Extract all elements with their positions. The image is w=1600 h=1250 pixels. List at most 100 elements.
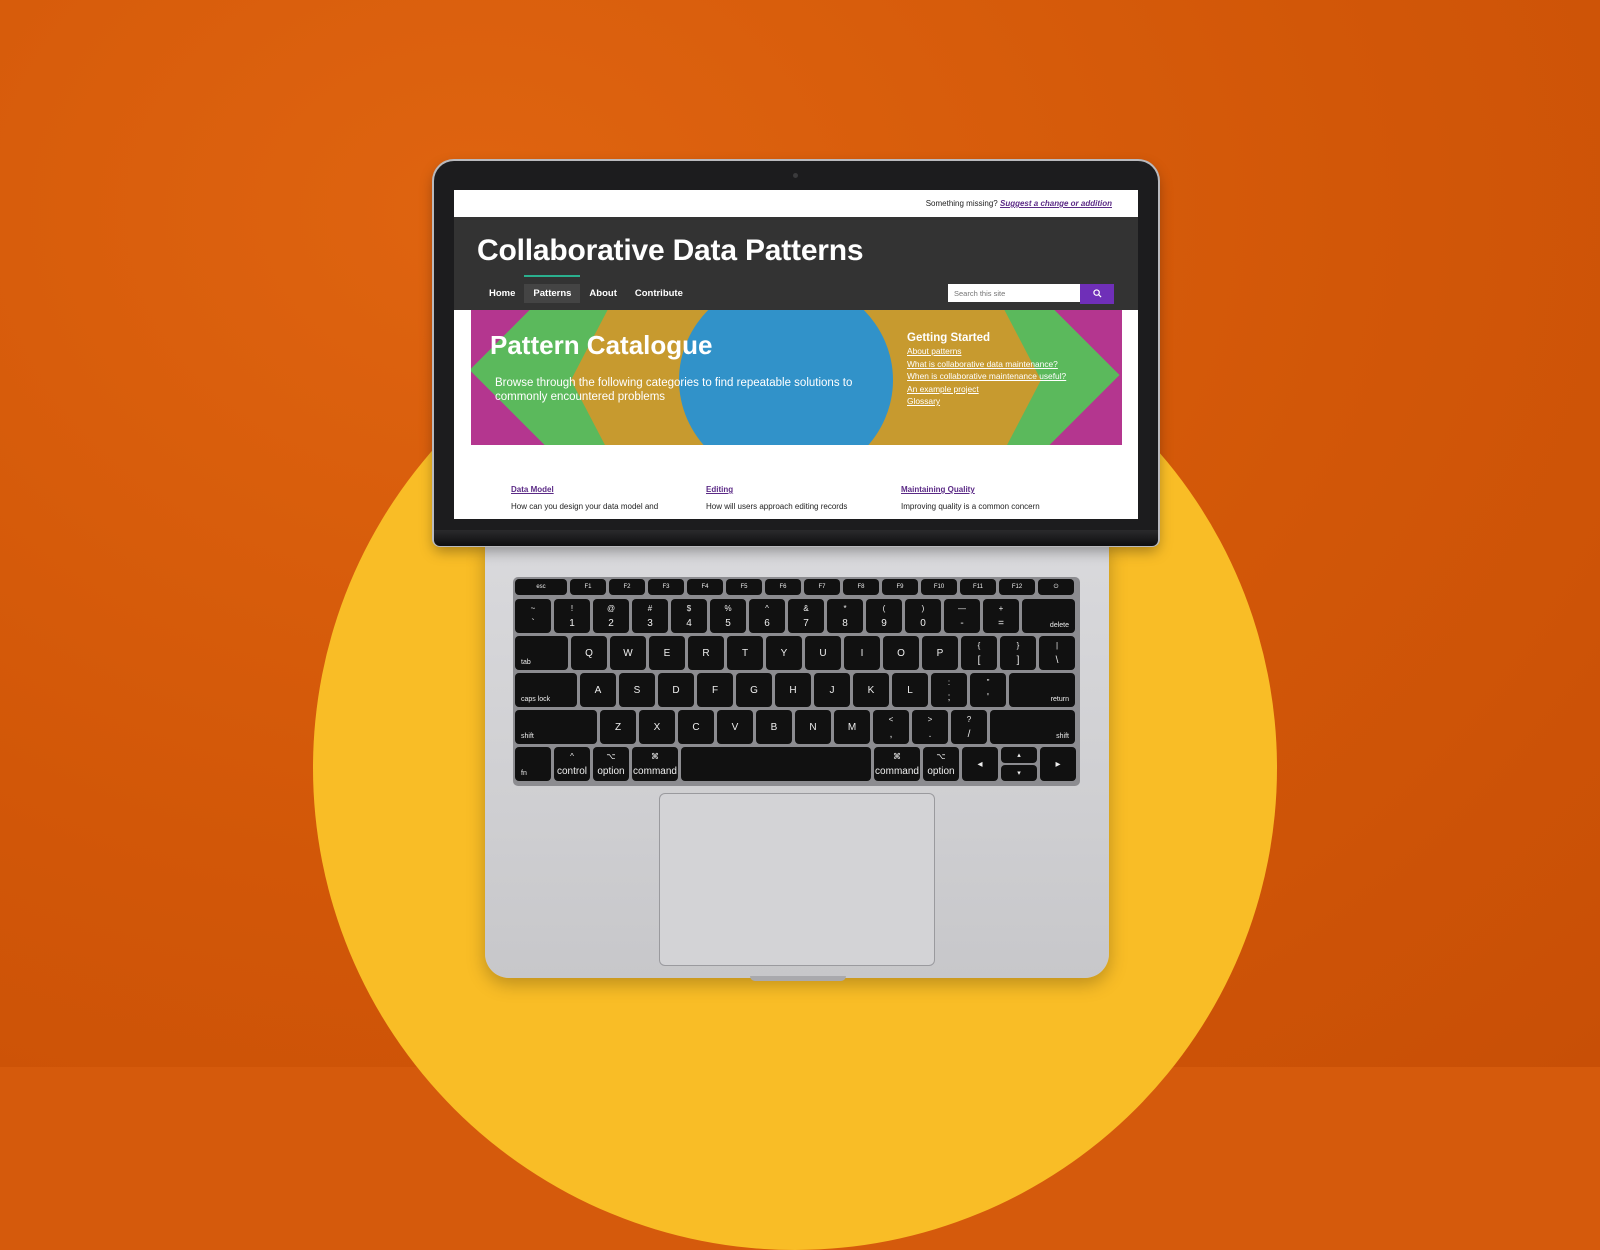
key-0[interactable]: ) 0: [905, 599, 941, 633]
key-control[interactable]: ^ control: [554, 747, 590, 781]
key-z[interactable]: Z: [600, 710, 636, 744]
key-m[interactable]: M: [834, 710, 870, 744]
key-v[interactable]: V: [717, 710, 753, 744]
page-subtitle: Browse through the following categories …: [495, 377, 853, 403]
site-title[interactable]: Collaborative Data Patterns: [477, 234, 864, 268]
key-e[interactable]: E: [649, 636, 685, 670]
key-4[interactable]: $4: [671, 599, 707, 633]
link-example-project[interactable]: An example project: [907, 384, 1093, 395]
key-symbol[interactable]: + =: [983, 599, 1019, 633]
key-3[interactable]: #3: [632, 599, 668, 633]
suggest-change-link[interactable]: Suggest a change or addition: [1000, 199, 1112, 208]
key-shift-left[interactable]: shift: [515, 710, 597, 744]
key-arrow-left[interactable]: ◂: [962, 747, 998, 781]
key-g[interactable]: G: [736, 673, 772, 707]
key-j[interactable]: J: [814, 673, 850, 707]
search-button[interactable]: [1080, 284, 1114, 304]
key-f[interactable]: F: [697, 673, 733, 707]
key-arrow-up[interactable]: ▴: [1001, 747, 1037, 763]
key-5[interactable]: % 5: [710, 599, 746, 633]
key-symbol[interactable]: ⏻: [1038, 579, 1074, 595]
key-s[interactable]: S: [619, 673, 655, 707]
key-symbol[interactable]: {[: [961, 636, 997, 670]
card-title[interactable]: Maintaining Quality: [901, 485, 1096, 494]
key-t[interactable]: T: [727, 636, 763, 670]
key-w[interactable]: W: [610, 636, 646, 670]
key-r[interactable]: R: [688, 636, 724, 670]
key-option-left[interactable]: ⌥ option: [593, 747, 629, 781]
key-b[interactable]: B: [756, 710, 792, 744]
key-u[interactable]: U: [805, 636, 841, 670]
key-command-left[interactable]: ⌘ command: [632, 747, 678, 781]
getting-started-heading: Getting Started: [907, 332, 991, 344]
key-i[interactable]: I: [844, 636, 880, 670]
key-8[interactable]: * 8: [827, 599, 863, 633]
key-f6[interactable]: F6: [765, 579, 801, 595]
link-when-useful[interactable]: When is collaborative maintenance useful…: [907, 371, 1093, 382]
key-f8[interactable]: F8: [843, 579, 879, 595]
key-f4[interactable]: F4: [687, 579, 723, 595]
key-9[interactable]: (9: [866, 599, 902, 633]
search-input[interactable]: [948, 284, 1080, 302]
key-l[interactable]: L: [892, 673, 928, 707]
key-space[interactable]: [681, 747, 871, 781]
nav-patterns[interactable]: Patterns: [524, 275, 581, 303]
key-f7[interactable]: F7: [804, 579, 840, 595]
key-option-right[interactable]: ⌥ option: [923, 747, 959, 781]
keyboard-row: esc F1 F2 F3 F4 F5 F6 F7 F8 F9 F10 F11 F12 ⏻: [515, 579, 1078, 595]
key-f2[interactable]: F2: [609, 579, 645, 595]
key-tab[interactable]: tab: [515, 636, 568, 670]
key-esc[interactable]: esc: [515, 579, 567, 595]
key-f1[interactable]: F1: [570, 579, 606, 595]
nav-home[interactable]: Home: [480, 284, 524, 303]
key-f5[interactable]: F5: [726, 579, 762, 595]
link-glossary[interactable]: Glossary: [907, 396, 1093, 407]
key-a[interactable]: A: [580, 673, 616, 707]
key-arrow-down[interactable]: ▾: [1001, 765, 1037, 781]
key-symbol[interactable]: :;: [931, 673, 967, 707]
key-symbol[interactable]: <,: [873, 710, 909, 744]
key-h[interactable]: H: [775, 673, 811, 707]
nav-about[interactable]: About: [580, 284, 625, 303]
key-symbol[interactable]: }]: [1000, 636, 1036, 670]
link-what-is-collab[interactable]: What is collaborative data maintenance?: [907, 359, 1093, 370]
key-symbol[interactable]: ? /: [951, 710, 987, 744]
key-q[interactable]: Q: [571, 636, 607, 670]
key-n[interactable]: N: [795, 710, 831, 744]
key-symbol[interactable]: — -: [944, 599, 980, 633]
key-f9[interactable]: F9: [882, 579, 918, 595]
key-symbol[interactable]: >.: [912, 710, 948, 744]
key-c[interactable]: C: [678, 710, 714, 744]
trackpad[interactable]: [659, 793, 935, 966]
key-f10[interactable]: F10: [921, 579, 957, 595]
key-symbol[interactable]: | \: [1039, 636, 1075, 670]
key-f3[interactable]: F3: [648, 579, 684, 595]
key-f12[interactable]: F12: [999, 579, 1035, 595]
key-delete[interactable]: delete: [1022, 599, 1075, 633]
key-o[interactable]: O: [883, 636, 919, 670]
link-about-patterns[interactable]: About patterns: [907, 346, 1093, 357]
base-notch: [750, 976, 846, 981]
key-arrow-right[interactable]: ▸: [1040, 747, 1076, 781]
key-1[interactable]: ! 1: [554, 599, 590, 633]
key-p[interactable]: P: [922, 636, 958, 670]
key-command-right[interactable]: ⌘ command: [874, 747, 920, 781]
key-symbol[interactable]: " ': [970, 673, 1006, 707]
key-d[interactable]: D: [658, 673, 694, 707]
key-x[interactable]: X: [639, 710, 675, 744]
key-return[interactable]: return: [1009, 673, 1075, 707]
key-shift-right[interactable]: shift: [990, 710, 1075, 744]
search-form: [948, 284, 1114, 304]
key-symbol[interactable]: ~ `: [515, 599, 551, 633]
key-2[interactable]: @2: [593, 599, 629, 633]
key-6[interactable]: ^ 6: [749, 599, 785, 633]
key-caps-lock[interactable]: caps lock: [515, 673, 577, 707]
key-fn[interactable]: fn: [515, 747, 551, 781]
card-title[interactable]: Data Model: [511, 485, 706, 494]
nav-contribute[interactable]: Contribute: [626, 284, 692, 303]
key-y[interactable]: Y: [766, 636, 802, 670]
key-f11[interactable]: F11: [960, 579, 996, 595]
key-7[interactable]: & 7: [788, 599, 824, 633]
card-title[interactable]: Editing: [706, 485, 901, 494]
key-k[interactable]: K: [853, 673, 889, 707]
